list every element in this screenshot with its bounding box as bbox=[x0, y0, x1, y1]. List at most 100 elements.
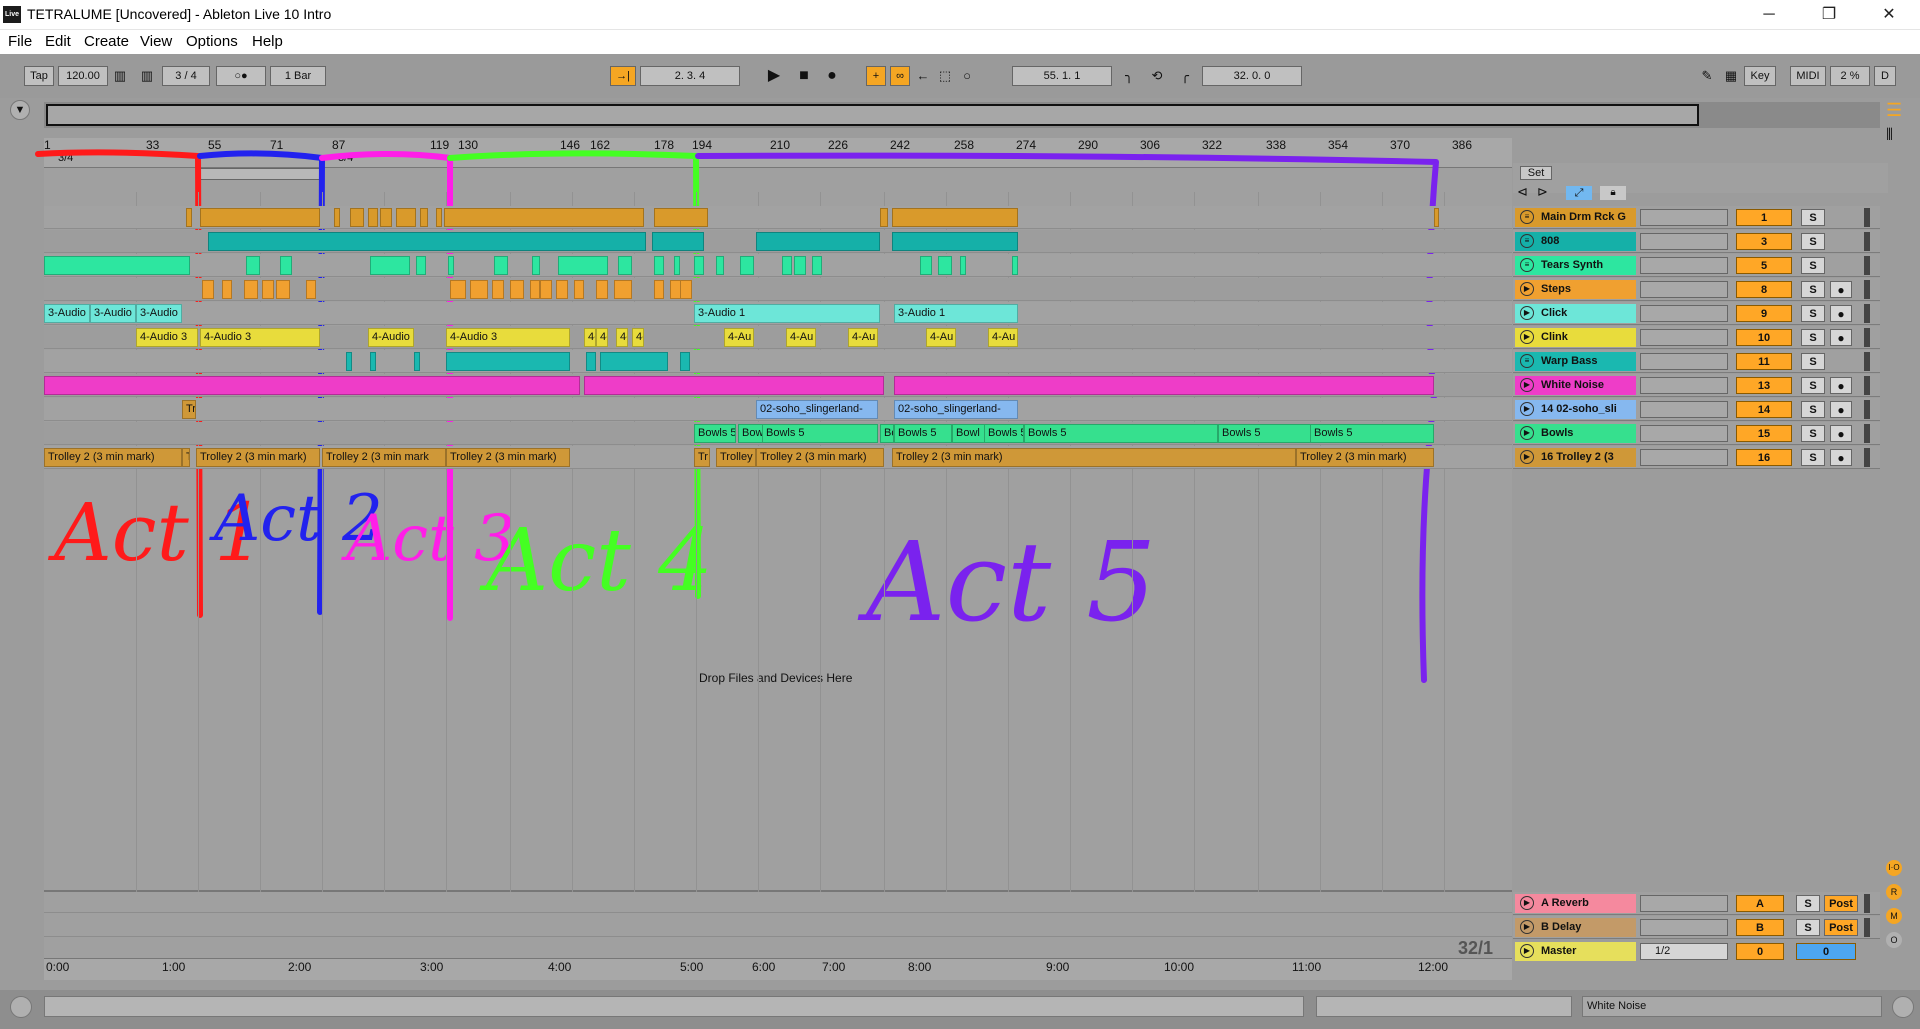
track-activator[interactable]: 1 bbox=[1736, 209, 1792, 226]
clip[interactable] bbox=[306, 280, 316, 299]
clip[interactable] bbox=[396, 208, 416, 227]
clip[interactable] bbox=[350, 208, 364, 227]
volume-slider[interactable] bbox=[1640, 209, 1728, 226]
volume-slider[interactable] bbox=[1640, 895, 1728, 912]
clip[interactable] bbox=[44, 256, 190, 275]
clip[interactable] bbox=[186, 208, 192, 227]
clip[interactable] bbox=[892, 208, 1018, 227]
master-pan[interactable]: 0 bbox=[1796, 943, 1856, 960]
clip[interactable]: 4-A bbox=[616, 328, 628, 347]
clip[interactable] bbox=[44, 376, 580, 395]
clip[interactable] bbox=[450, 280, 466, 299]
audio-track-icon[interactable]: ▶ bbox=[1520, 450, 1534, 464]
clip[interactable]: Trolley 2 (3 min mark) bbox=[1296, 448, 1434, 467]
audio-track-icon[interactable]: ▶ bbox=[1520, 306, 1534, 320]
volume-slider[interactable] bbox=[1640, 281, 1728, 298]
master-output-select[interactable]: 1/2 bbox=[1640, 943, 1728, 960]
clip[interactable]: 3-Audio 1 bbox=[894, 304, 1018, 323]
clip[interactable]: 4-Au bbox=[926, 328, 956, 347]
solo-button[interactable]: S bbox=[1796, 919, 1820, 936]
clip[interactable] bbox=[782, 256, 792, 275]
clip[interactable]: Bowls 5 bbox=[762, 424, 878, 443]
clip[interactable] bbox=[334, 208, 340, 227]
track-lane[interactable] bbox=[44, 254, 1512, 277]
return-track-icon[interactable]: ▶ bbox=[1520, 920, 1534, 934]
clip[interactable]: 4-A bbox=[632, 328, 644, 347]
return-activator[interactable]: A bbox=[1736, 895, 1784, 912]
clip[interactable] bbox=[1012, 256, 1018, 275]
clip[interactable] bbox=[574, 280, 584, 299]
clip[interactable] bbox=[202, 280, 214, 299]
clip[interactable] bbox=[674, 256, 680, 275]
clip[interactable]: 4-Au bbox=[786, 328, 816, 347]
clip[interactable] bbox=[680, 352, 690, 371]
volume-slider[interactable] bbox=[1640, 353, 1728, 370]
volume-slider[interactable] bbox=[1640, 377, 1728, 394]
clip[interactable] bbox=[510, 280, 524, 299]
clip[interactable]: 4-Audio bbox=[368, 328, 414, 347]
clip[interactable] bbox=[280, 256, 292, 275]
audio-track-icon[interactable]: ▶ bbox=[1520, 378, 1534, 392]
clip[interactable]: 3-Audio bbox=[44, 304, 90, 323]
arm-record-icon[interactable]: ● bbox=[1830, 401, 1852, 418]
clip[interactable] bbox=[920, 256, 932, 275]
clip[interactable] bbox=[346, 352, 352, 371]
solo-button[interactable]: S bbox=[1801, 305, 1825, 322]
clip[interactable] bbox=[618, 256, 632, 275]
clip[interactable] bbox=[444, 208, 644, 227]
clip[interactable] bbox=[694, 256, 704, 275]
solo-button[interactable]: S bbox=[1801, 377, 1825, 394]
return-track-icon[interactable]: ▶ bbox=[1520, 896, 1534, 910]
clip[interactable]: Tr bbox=[694, 448, 710, 467]
track-activator[interactable]: 9 bbox=[1736, 305, 1792, 322]
solo-button[interactable]: S bbox=[1801, 209, 1825, 226]
clip[interactable]: Bowls 5 bbox=[1218, 424, 1312, 443]
clip[interactable] bbox=[222, 280, 232, 299]
clip[interactable]: 4-Audio 3 bbox=[136, 328, 198, 347]
clip[interactable] bbox=[716, 256, 724, 275]
clip[interactable] bbox=[892, 232, 1018, 251]
arm-record-icon[interactable]: ● bbox=[1830, 425, 1852, 442]
arm-record-icon[interactable]: ● bbox=[1830, 377, 1852, 394]
clip[interactable] bbox=[436, 208, 442, 227]
clip[interactable] bbox=[654, 280, 664, 299]
track-activator[interactable]: 10 bbox=[1736, 329, 1792, 346]
clip[interactable] bbox=[208, 232, 646, 251]
track-activator[interactable]: 14 bbox=[1736, 401, 1792, 418]
solo-button[interactable]: S bbox=[1801, 233, 1825, 250]
clip[interactable]: Tr bbox=[182, 400, 196, 419]
volume-slider[interactable] bbox=[1640, 919, 1728, 936]
clip[interactable] bbox=[246, 256, 260, 275]
solo-button[interactable]: S bbox=[1801, 329, 1825, 346]
clip[interactable]: T bbox=[182, 448, 190, 467]
track-lane[interactable] bbox=[44, 350, 1512, 373]
clip[interactable] bbox=[492, 280, 504, 299]
volume-slider[interactable] bbox=[1640, 257, 1728, 274]
clip[interactable]: Bo bbox=[880, 424, 894, 443]
clip[interactable]: Trolley 2 (3 min mark) bbox=[446, 448, 570, 467]
volume-slider[interactable] bbox=[1640, 401, 1728, 418]
clip[interactable]: 4-Au bbox=[724, 328, 754, 347]
midi-track-icon[interactable]: ≡ bbox=[1520, 234, 1534, 248]
audio-track-icon[interactable]: ▶ bbox=[1520, 402, 1534, 416]
clip[interactable] bbox=[446, 352, 570, 371]
solo-button[interactable]: S bbox=[1801, 401, 1825, 418]
device-strip[interactable] bbox=[1316, 996, 1572, 1017]
midi-track-icon[interactable]: ≡ bbox=[1520, 210, 1534, 224]
clip[interactable] bbox=[448, 256, 454, 275]
clip[interactable] bbox=[654, 208, 708, 227]
master-volume[interactable]: 0 bbox=[1736, 943, 1784, 960]
clip[interactable]: Trolley 2 (3 min mark) bbox=[892, 448, 1296, 467]
clip[interactable]: Bowls 5 bbox=[984, 424, 1024, 443]
clip[interactable] bbox=[368, 208, 378, 227]
clip[interactable] bbox=[812, 256, 822, 275]
clip[interactable] bbox=[244, 280, 258, 299]
clip[interactable]: 3-Audio bbox=[136, 304, 182, 323]
clip[interactable] bbox=[200, 208, 320, 227]
solo-button[interactable]: S bbox=[1801, 257, 1825, 274]
track-activator[interactable]: 16 bbox=[1736, 449, 1792, 466]
clip[interactable]: Trolley 2 (3 min mark) bbox=[756, 448, 884, 467]
clip[interactable]: Bow bbox=[738, 424, 764, 443]
solo-button[interactable]: S bbox=[1801, 449, 1825, 466]
track-activator[interactable]: 8 bbox=[1736, 281, 1792, 298]
